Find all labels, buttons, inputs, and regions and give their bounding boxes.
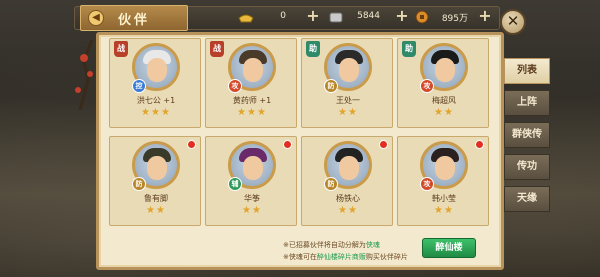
companion-card[interactable]: 攻韩小莹 ★★ xyxy=(397,136,489,226)
companion-card[interactable]: 防鲁有脚 ★★ xyxy=(109,136,201,226)
star-rating: ★★ xyxy=(242,205,262,216)
portrait-face xyxy=(339,58,359,82)
companion-card[interactable]: 助攻梅超风 ★★ xyxy=(397,38,489,128)
portrait-face xyxy=(147,58,167,82)
back-arrow-icon[interactable]: ◀ xyxy=(88,10,104,26)
portrait-face xyxy=(435,58,455,82)
page-title: 伙伴 xyxy=(118,13,151,28)
role-tag: 战 xyxy=(210,41,224,57)
companion-name: 洪七公 +1 xyxy=(136,96,176,105)
add-gold-button[interactable]: + xyxy=(306,8,320,24)
tab-deploy[interactable]: 上阵 xyxy=(504,90,550,116)
companion-name: 黄药师 +1 xyxy=(232,96,272,105)
role-tag: 战 xyxy=(114,41,128,57)
star-rating: ★★ xyxy=(434,205,454,216)
type-badge: 控 xyxy=(132,79,146,93)
notification-dot xyxy=(379,140,388,149)
gold-ingot-icon xyxy=(238,14,254,23)
star-rating: ★★ xyxy=(338,107,358,118)
type-badge: 辅 xyxy=(228,177,242,191)
tab-heroes-legend[interactable]: 群侠传 xyxy=(504,122,550,148)
companion-name: 华筝 xyxy=(244,194,260,203)
note-line-1: ※已招募伙伴将自动分解为侠魂 xyxy=(283,241,380,249)
companion-name: 鲁有脚 xyxy=(144,194,168,203)
portrait-face xyxy=(435,156,455,180)
coin-value: 895万 xyxy=(441,14,468,24)
tab-fate[interactable]: 天缘 xyxy=(504,186,550,212)
silver-ingot-icon xyxy=(329,12,343,23)
info-notes: ※已招募伙伴将自动分解为侠魂 ※侠魂可在醉仙楼碎片商贩购买伙伴碎片 xyxy=(283,239,408,263)
companion-card[interactable]: 助防王处一 ★★ xyxy=(301,38,393,128)
star-rating: ★★ xyxy=(434,107,454,118)
note-line-2: ※侠魂可在醉仙楼碎片商贩购买伙伴碎片 xyxy=(283,253,408,261)
tab-list[interactable]: 列表 xyxy=(504,58,550,84)
gold-value: 0 xyxy=(280,11,286,21)
star-rating: ★★ xyxy=(338,205,358,216)
star-rating: ★★★ xyxy=(141,107,171,118)
notification-dot xyxy=(187,140,196,149)
portrait-face xyxy=(147,156,167,180)
companion-name: 梅超风 xyxy=(432,96,456,105)
companion-name: 杨铁心 xyxy=(336,194,360,203)
companion-card[interactable]: 辅华筝 ★★ xyxy=(205,136,297,226)
companion-name: 韩小莹 xyxy=(432,194,456,203)
close-button[interactable]: ✕ xyxy=(500,9,526,35)
companion-name: 王处一 xyxy=(336,96,360,105)
notification-dot xyxy=(475,140,484,149)
type-badge: 攻 xyxy=(228,79,242,93)
portrait-face xyxy=(243,58,263,82)
tab-transfer-skill[interactable]: 传功 xyxy=(504,154,550,180)
type-badge: 防 xyxy=(324,79,338,93)
companion-card[interactable]: 战控洪七公 +1 ★★★ xyxy=(109,38,201,128)
add-coin-button[interactable]: + xyxy=(478,8,492,24)
companion-card[interactable]: 防杨铁心 ★★ xyxy=(301,136,393,226)
type-badge: 攻 xyxy=(420,177,434,191)
silver-value: 5844 xyxy=(357,11,380,21)
role-tag: 助 xyxy=(306,41,320,57)
portrait-face xyxy=(339,156,359,180)
coin-icon xyxy=(415,10,429,24)
companion-card[interactable]: 战攻黄药师 +1 ★★★ xyxy=(205,38,297,128)
role-tag: 助 xyxy=(402,41,416,57)
type-badge: 防 xyxy=(324,177,338,191)
portrait-face xyxy=(243,156,263,180)
notification-dot xyxy=(283,140,292,149)
drunken-immortal-tower-button[interactable]: 醉仙楼 xyxy=(422,238,476,258)
type-badge: 防 xyxy=(132,177,146,191)
type-badge: 攻 xyxy=(420,79,434,93)
add-silver-button[interactable]: + xyxy=(395,8,409,24)
star-rating: ★★ xyxy=(146,205,166,216)
star-rating: ★★★ xyxy=(237,107,267,118)
